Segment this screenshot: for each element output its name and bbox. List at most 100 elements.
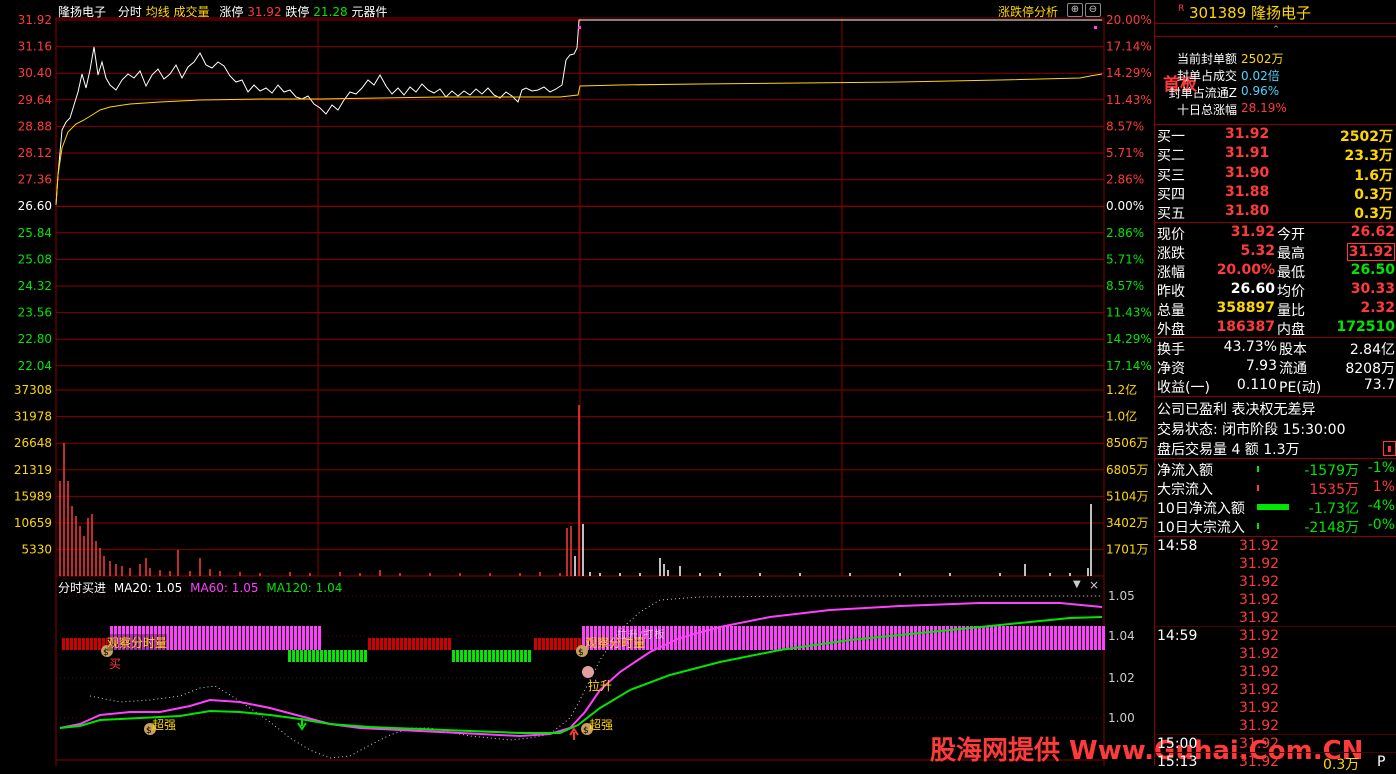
flow-pct: 1% <box>1372 479 1395 495</box>
signal-bar <box>1082 626 1085 650</box>
price-tick-label: 29.64 <box>18 93 52 107</box>
signal-bar <box>480 650 483 662</box>
signal-bar <box>818 626 821 650</box>
price-tick-label: 28.12 <box>18 146 52 160</box>
signal-bar <box>420 638 423 650</box>
amount-tick-label: 1701万 <box>1106 543 1149 557</box>
fund-label: 股本 <box>1279 342 1307 358</box>
signal-bar <box>174 626 177 650</box>
amount-tick-label: 1.0亿 <box>1106 409 1137 424</box>
quote-label: 涨幅 <box>1157 265 1185 281</box>
signal-bar <box>364 650 367 662</box>
fund-value: 7.93 <box>1245 358 1277 374</box>
tick-price: 31.92 <box>1239 754 1280 770</box>
signal-bar <box>308 650 311 662</box>
signal-bar <box>428 638 431 650</box>
watch-volume-label-1: 观察分时量 <box>107 634 168 651</box>
signal-bar <box>1058 626 1061 650</box>
tab-timeshare[interactable]: 分时 <box>118 5 142 19</box>
end-dot <box>1094 26 1097 29</box>
signal-bar <box>738 626 741 650</box>
tick-flag: P <box>1377 754 1386 770</box>
signal-bar <box>288 650 291 662</box>
signal-bar <box>726 626 729 650</box>
quote-label: 总量 <box>1157 303 1185 319</box>
close-icon[interactable]: × <box>1089 578 1099 592</box>
price-tick-label: 26.60 <box>18 199 52 213</box>
signal-bar <box>886 626 889 650</box>
signal-bar <box>452 650 455 662</box>
collapse-icon[interactable]: ⌃ <box>1155 23 1396 37</box>
signal-bar <box>396 638 399 650</box>
signal-bar <box>974 626 977 650</box>
fund-row: 净资 7.93 流通 8208万 <box>1155 358 1396 377</box>
dropdown-icon[interactable]: ▼ <box>1073 579 1081 590</box>
flow-label: 大宗流入 <box>1157 482 1213 498</box>
signal-bar <box>1002 626 1005 650</box>
zoom-out-icon[interactable]: ⊖ <box>1085 3 1101 17</box>
signal-bar <box>698 626 701 650</box>
signal-bar <box>234 626 237 650</box>
company-note: 公司已盈利 表决权无差异 <box>1157 402 1316 418</box>
signal-bar <box>178 626 181 650</box>
seal-value: 28.19% <box>1241 101 1287 115</box>
signal-bar <box>922 626 925 650</box>
timeshare-chart[interactable]: 31.92 31.16 30.40 29.64 28.88 28.12 27.36 26.60… <box>0 0 1153 766</box>
flow-pct: -1% <box>1367 460 1395 476</box>
bid-price: 31.91 <box>1225 145 1270 162</box>
signal-bar <box>1022 626 1025 650</box>
signal-bar <box>460 650 463 662</box>
volume-tick-label: 21319 <box>14 463 52 477</box>
signal-bar <box>78 638 81 650</box>
flow-value: -1.73亿 <box>1308 501 1359 517</box>
signal-bar <box>558 638 561 650</box>
signal-bar <box>432 638 435 650</box>
left-axis: 31.92 31.16 30.40 29.64 28.88 28.12 27.36 26.60… <box>14 13 52 557</box>
bid-label: 买二 <box>1157 148 1185 165</box>
chart-icon[interactable]: ▮ <box>1383 441 1396 456</box>
flow-label: 10日大宗流入 <box>1157 520 1245 536</box>
fund-row: 收益(一) 0.110 PE(动) 73.7 <box>1155 377 1396 396</box>
pct-tick-label: 14.29% <box>1106 66 1152 80</box>
signal-bar <box>930 626 933 650</box>
signal-bar <box>440 638 443 650</box>
signal-bar <box>448 638 451 650</box>
chart-area[interactable]: 31.92 31.16 30.40 29.64 28.88 28.12 27.36 26.60… <box>0 0 1363 766</box>
pct-tick-label: 2.86% <box>1106 226 1144 240</box>
signal-bar <box>488 650 491 662</box>
signal-bar <box>412 638 415 650</box>
signal-bar <box>94 638 97 650</box>
signal-bar <box>98 638 101 650</box>
signal-bar <box>998 626 1001 650</box>
tab-avgline[interactable]: 均线 <box>146 5 170 19</box>
signal-bar <box>1074 626 1077 650</box>
signal-bar <box>206 626 209 650</box>
tick-price: 31.92 <box>1239 610 1280 626</box>
signal-bar <box>298 626 301 650</box>
super-strong-label-2: 超强 <box>589 718 614 732</box>
signal-bar <box>766 626 769 650</box>
indicator-title[interactable]: 分时买进 <box>58 581 106 595</box>
tick-price: 31.92 <box>1239 736 1280 752</box>
signal-bar <box>846 626 849 650</box>
quote-value: 26.50 <box>1350 262 1395 278</box>
sector-label[interactable]: 元器件 <box>351 5 387 19</box>
quote-value: 30.33 <box>1350 281 1395 297</box>
signal-bar <box>202 626 205 650</box>
signal-bar <box>186 626 189 650</box>
signal-bar <box>246 626 249 650</box>
bid-volume: 1.6万 <box>1354 167 1393 184</box>
zoom-in-icon[interactable]: ⊕ <box>1067 3 1083 17</box>
signal-bar <box>546 638 549 650</box>
tick-row: 15:13 31.92 0.3万 P <box>1155 754 1396 773</box>
tick-row: 14:58 31.92 <box>1155 538 1396 557</box>
volume-tick-label: 10659 <box>14 516 52 530</box>
r-badge: R <box>1178 4 1185 14</box>
signal-bar <box>306 626 309 650</box>
signal-bar <box>938 626 941 650</box>
tab-volume[interactable]: 成交量 <box>174 5 210 19</box>
quote-label: 现价 <box>1157 227 1185 243</box>
tick-time: 14:59 <box>1157 628 1198 644</box>
limit-analysis-button[interactable]: 涨跌停分析 <box>998 3 1058 20</box>
tick-price: 31.92 <box>1239 628 1280 644</box>
